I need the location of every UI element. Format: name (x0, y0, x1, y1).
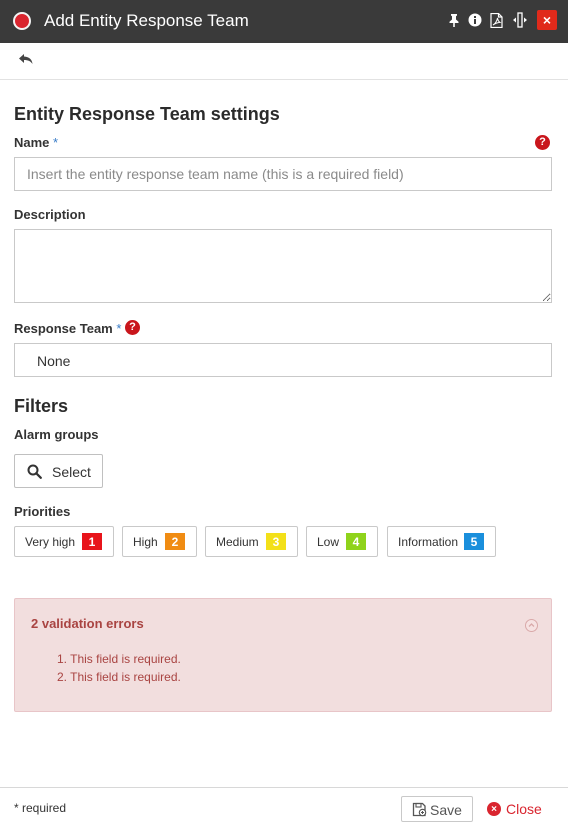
name-label-text: Name (14, 135, 50, 150)
required-marker: * (53, 135, 59, 150)
alarm-groups-select-button[interactable]: Select (14, 454, 103, 488)
alarm-groups-label: Alarm groups (14, 427, 99, 442)
toolbar (0, 43, 568, 80)
priority-badge: 2 (165, 533, 185, 550)
priority-toggle-very-high[interactable]: Very high 1 (14, 526, 114, 557)
close-button[interactable]: × Close (486, 796, 556, 822)
validation-error-item: 2. This field is required. (57, 670, 181, 684)
pdf-icon[interactable] (488, 11, 504, 29)
response-team-select[interactable]: None (14, 343, 552, 377)
footer-bar: * required Save × Close (0, 787, 568, 828)
priority-toggle-low[interactable]: Low 4 (306, 526, 378, 557)
priority-label: High (133, 535, 158, 549)
priority-label: Medium (216, 535, 259, 549)
status-dot-icon (13, 12, 31, 30)
priority-toggle-medium[interactable]: Medium 3 (205, 526, 298, 557)
priority-badge: 1 (82, 533, 102, 550)
description-textarea[interactable] (14, 229, 552, 303)
validation-error-list: 1. This field is required. 2. This field… (57, 652, 181, 688)
response-team-label: Response Team * (14, 321, 121, 336)
close-button-label: Close (506, 801, 542, 817)
priorities-label: Priorities (14, 504, 71, 519)
close-icon: × (542, 12, 552, 28)
window-close-button[interactable]: × (537, 10, 557, 30)
priority-label: Information (398, 535, 459, 549)
info-icon[interactable] (467, 11, 483, 29)
priority-badge: 3 (266, 533, 286, 550)
description-label: Description (14, 207, 86, 222)
search-icon (27, 464, 42, 479)
priority-badge: 5 (464, 533, 484, 550)
priority-toggle-information[interactable]: Information 5 (387, 526, 496, 557)
priority-badge: 4 (346, 533, 366, 550)
priority-label: Very high (25, 535, 76, 549)
back-button[interactable] (18, 52, 38, 70)
required-note: * required (14, 801, 67, 815)
resize-icon[interactable] (512, 11, 528, 29)
name-label: Name * (14, 135, 58, 150)
save-button-label: Save (430, 802, 462, 818)
name-help-icon[interactable]: ? (535, 135, 550, 150)
response-team-label-text: Response Team (14, 321, 113, 336)
response-team-value: None (37, 353, 71, 369)
filters-title: Filters (14, 396, 69, 416)
validation-errors-panel: 2 validation errors 1. This field is req… (14, 598, 552, 712)
pin-icon[interactable] (446, 11, 462, 29)
validation-error-item: 1. This field is required. (57, 652, 181, 666)
reply-arrow-icon (19, 54, 33, 64)
name-input[interactable] (14, 157, 552, 191)
priority-toggle-high[interactable]: High 2 (122, 526, 197, 557)
window-titlebar: Add Entity Response Team × (0, 0, 568, 43)
page-title: Entity Response Team settings (14, 104, 280, 124)
priority-label: Low (317, 535, 340, 549)
collapse-chevron-icon[interactable] (525, 619, 538, 632)
select-button-label: Select (52, 464, 91, 480)
save-button[interactable]: Save (401, 796, 473, 822)
close-circle-icon: × (487, 802, 501, 816)
window-title: Add Entity Response Team (44, 11, 249, 30)
response-team-help-icon[interactable]: ? (125, 320, 140, 335)
required-marker: * (116, 321, 122, 336)
save-icon (412, 802, 427, 817)
validation-errors-title: 2 validation errors (31, 616, 144, 631)
